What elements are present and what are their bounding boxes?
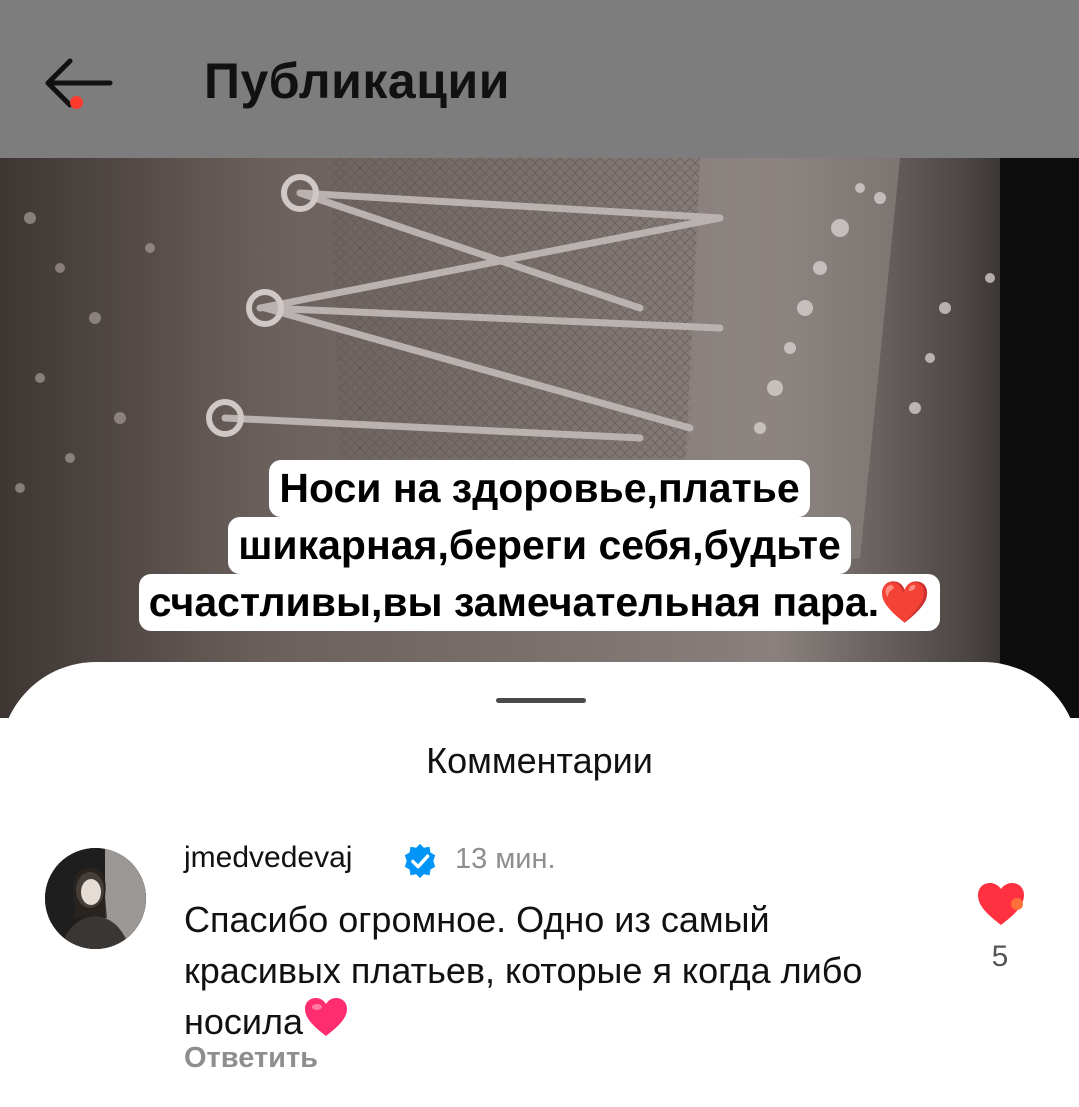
caption-line-text: счастливы,вы замечательная пара. xyxy=(148,579,880,625)
back-button[interactable] xyxy=(40,50,120,120)
notification-dot xyxy=(70,96,83,109)
caption-line: счастливы,вы замечательная пара.❤️ xyxy=(138,574,941,631)
avatar-image xyxy=(45,848,146,949)
dress-photo xyxy=(0,158,1079,718)
page-title: Публикации xyxy=(204,53,510,109)
reply-button[interactable]: Ответить xyxy=(184,1042,318,1075)
comment-text: Спасибо огромное. Одно из самый красивых… xyxy=(184,899,863,1042)
drag-handle[interactable] xyxy=(496,698,586,703)
post-media: Носи на здоровье,платье шикарная,береги … xyxy=(0,158,1079,718)
like-count: 5 xyxy=(991,940,1009,973)
caption-line: шикарная,береги себя,будьте xyxy=(228,517,851,574)
comment-body: Спасибо огромное. Одно из самый красивых… xyxy=(184,894,884,1051)
post-caption: Носи на здоровье,платье шикарная,береги … xyxy=(0,460,1079,631)
top-bar: Публикации xyxy=(0,0,1079,158)
comments-sheet: Комментарии jmedvedevaj 13 мин. Спасибо … xyxy=(0,662,1079,1107)
heart-filled-icon xyxy=(978,883,1024,925)
arrow-left-icon xyxy=(45,58,113,108)
sheet-title: Комментарии xyxy=(426,740,653,781)
like-button[interactable] xyxy=(975,880,1027,928)
comment-timestamp: 13 мин. xyxy=(455,843,556,875)
verified-badge-icon xyxy=(404,843,436,879)
heart-emoji: ❤️ xyxy=(879,579,931,625)
comment-username[interactable]: jmedvedevaj xyxy=(184,841,352,875)
caption-line: Носи на здоровье,платье xyxy=(269,460,810,517)
avatar[interactable] xyxy=(45,848,146,949)
